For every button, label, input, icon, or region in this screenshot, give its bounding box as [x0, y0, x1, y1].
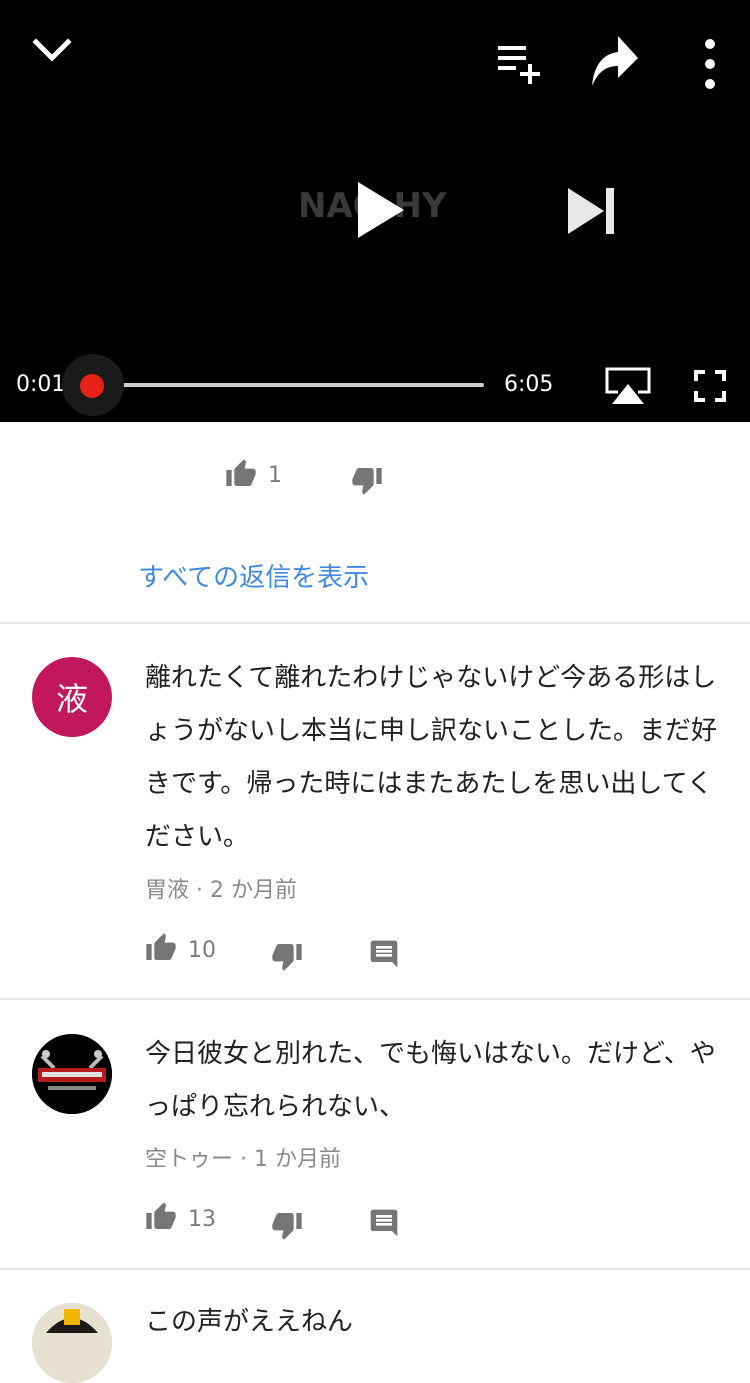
divider: [0, 1268, 750, 1270]
comment-text: この声がええねん: [145, 1307, 354, 1337]
like-icon[interactable]: [144, 932, 178, 964]
comment-time: 2 か月前: [210, 878, 298, 903]
avatar-initial: 液: [55, 680, 88, 718]
duration: 6:05: [504, 372, 554, 397]
meta-separator: ·: [196, 878, 204, 903]
comment-author[interactable]: 空トゥー: [145, 1147, 233, 1172]
dislike-icon[interactable]: [350, 464, 384, 496]
reply-comment-icon[interactable]: [368, 1207, 400, 1239]
like-count: 10: [188, 938, 216, 963]
current-time: 0:01: [16, 372, 66, 397]
fullscreen-icon[interactable]: [694, 370, 726, 402]
meta-separator: ·: [240, 1147, 248, 1172]
avatar[interactable]: [32, 1034, 112, 1114]
video-player[interactable]: NAO HY 0:01 6:05: [0, 0, 750, 422]
comment-time: 1 か月前: [254, 1147, 342, 1172]
scrubber-handle[interactable]: [80, 374, 104, 398]
comment-author[interactable]: 胃液: [145, 878, 189, 903]
dislike-icon[interactable]: [270, 1209, 304, 1241]
comment-meta: 空トゥー · 1 か月前: [145, 1141, 341, 1173]
comment-meta: 胃液 · 2 か月前: [145, 872, 297, 904]
like-icon[interactable]: [144, 1201, 178, 1233]
comment-text: 今日彼女と別れた、でも悔いはない。だけど、やっぱり忘れられない、: [145, 1039, 716, 1122]
avatar[interactable]: 液: [32, 657, 112, 737]
like-icon[interactable]: [224, 458, 258, 490]
share-icon[interactable]: [590, 34, 640, 90]
skip-next-icon[interactable]: [566, 186, 618, 236]
comment-text: 離れたくて離れたわけじゃないけど今ある形はしょうがないし本当に申し訳ないことした…: [145, 663, 718, 852]
like-count: 13: [188, 1207, 216, 1232]
collapse-chevron-down-icon[interactable]: [30, 34, 74, 66]
divider: [0, 998, 750, 1000]
more-vert-icon[interactable]: [700, 38, 720, 90]
divider: [0, 622, 750, 624]
like-count: 1: [268, 463, 282, 488]
progress-track[interactable]: [92, 383, 484, 387]
add-to-playlist-icon[interactable]: [496, 42, 542, 88]
play-icon[interactable]: [354, 180, 406, 240]
airplay-icon[interactable]: [604, 366, 652, 406]
view-all-replies-link[interactable]: すべての返信を表示: [138, 557, 369, 594]
avatar[interactable]: [32, 1303, 112, 1383]
reply-comment-icon[interactable]: [368, 938, 400, 970]
dislike-icon[interactable]: [270, 940, 304, 972]
